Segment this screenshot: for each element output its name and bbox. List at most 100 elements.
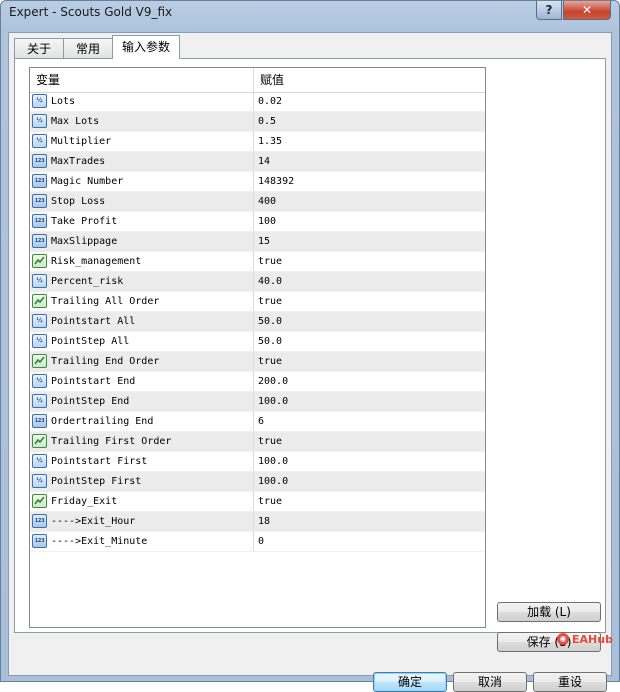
integer-type-icon: 123 bbox=[32, 194, 47, 208]
integer-type-icon: 123 bbox=[32, 534, 47, 548]
value-cell[interactable]: 0 bbox=[254, 532, 485, 551]
value-cell[interactable]: true bbox=[254, 492, 485, 511]
value-cell[interactable]: 50.0 bbox=[254, 312, 485, 331]
variable-cell[interactable]: ½ Max Lots bbox=[30, 112, 254, 131]
variable-cell[interactable]: 123 Stop Loss bbox=[30, 192, 254, 211]
cancel-button[interactable]: 取消 bbox=[453, 672, 527, 692]
table-row[interactable]: 123 Stop Loss 400 bbox=[30, 192, 485, 212]
table-row[interactable]: ½ PointStep All 50.0 bbox=[30, 332, 485, 352]
variable-name: PointStep All bbox=[51, 336, 130, 347]
window-title: Expert - Scouts Gold V9_fix bbox=[9, 5, 173, 19]
close-button[interactable]: ✕ bbox=[563, 1, 611, 20]
boolean-type-icon bbox=[32, 494, 47, 508]
value-cell[interactable]: 14 bbox=[254, 152, 485, 171]
column-header-value[interactable]: 赋值 bbox=[254, 68, 485, 92]
help-button[interactable]: ? bbox=[536, 1, 562, 20]
variable-cell[interactable]: ½ PointStep End bbox=[30, 392, 254, 411]
load-button[interactable]: 加载 (L) bbox=[497, 602, 601, 622]
expert-properties-window: Expert - Scouts Gold V9_fix ? ✕ 关于 常用 输入… bbox=[0, 0, 620, 692]
variable-cell[interactable]: Friday_Exit bbox=[30, 492, 254, 511]
variable-cell[interactable]: 123 ---->Exit_Minute bbox=[30, 532, 254, 551]
variable-cell[interactable]: ½ Percent_risk bbox=[30, 272, 254, 291]
variable-cell[interactable]: Risk_management bbox=[30, 252, 254, 271]
table-row[interactable]: ½ Pointstart End 200.0 bbox=[30, 372, 485, 392]
table-row[interactable]: ½ Pointstart All 50.0 bbox=[30, 312, 485, 332]
variable-cell[interactable]: Trailing All Order bbox=[30, 292, 254, 311]
reset-button[interactable]: 重设 bbox=[533, 672, 607, 692]
table-row[interactable]: ½ PointStep End 100.0 bbox=[30, 392, 485, 412]
table-row[interactable]: ½ Max Lots 0.5 bbox=[30, 112, 485, 132]
integer-type-icon: 123 bbox=[32, 514, 47, 528]
table-row[interactable]: 123 MaxSlippage 15 bbox=[30, 232, 485, 252]
table-row[interactable]: ½ PointStep First 100.0 bbox=[30, 472, 485, 492]
variable-cell[interactable]: ½ PointStep All bbox=[30, 332, 254, 351]
table-row[interactable]: ½ Lots 0.02 bbox=[30, 92, 485, 112]
table-row[interactable]: ½ Multiplier 1.35 bbox=[30, 132, 485, 152]
eahub-logo-icon: ◉ bbox=[557, 633, 569, 645]
value-cell[interactable]: 0.5 bbox=[254, 112, 485, 131]
variable-cell[interactable]: ½ Pointstart First bbox=[30, 452, 254, 471]
table-row[interactable]: 123 MaxTrades 14 bbox=[30, 152, 485, 172]
variable-cell[interactable]: Trailing First Order bbox=[30, 432, 254, 451]
variable-cell[interactable]: ½ PointStep First bbox=[30, 472, 254, 491]
value-cell[interactable]: true bbox=[254, 352, 485, 371]
variable-cell[interactable]: 123 MaxTrades bbox=[30, 152, 254, 171]
variable-cell[interactable]: ½ Multiplier bbox=[30, 132, 254, 151]
table-row[interactable]: ½ Percent_risk 40.0 bbox=[30, 272, 485, 292]
value-cell[interactable]: 100.0 bbox=[254, 472, 485, 491]
variable-name: Friday_Exit bbox=[51, 496, 118, 507]
variable-name: ---->Exit_Minute bbox=[51, 536, 148, 547]
tab-inputs[interactable]: 输入参数 bbox=[112, 35, 180, 59]
variable-cell[interactable]: 123 Ordertrailing End bbox=[30, 412, 254, 431]
table-row[interactable]: 123 ---->Exit_Minute 0 bbox=[30, 532, 485, 552]
table-row[interactable]: Friday_Exit true bbox=[30, 492, 485, 512]
table-row[interactable]: 123 Ordertrailing End 6 bbox=[30, 412, 485, 432]
ok-button[interactable]: 确定 bbox=[373, 672, 447, 692]
table-row[interactable]: 123 ---->Exit_Hour 18 bbox=[30, 512, 485, 532]
variable-name: Stop Loss bbox=[51, 196, 106, 207]
variable-cell[interactable]: 123 Magic Number bbox=[30, 172, 254, 191]
value-cell[interactable]: 400 bbox=[254, 192, 485, 211]
column-header-variable[interactable]: 变量 bbox=[30, 68, 254, 92]
eahub-watermark: ◉ EAHub bbox=[557, 631, 613, 647]
value-cell[interactable]: true bbox=[254, 432, 485, 451]
table-row[interactable]: 123 Magic Number 148392 bbox=[30, 172, 485, 192]
table-row[interactable]: Trailing All Order true bbox=[30, 292, 485, 312]
value-cell[interactable]: 100.0 bbox=[254, 392, 485, 411]
table-row[interactable]: 123 Take Profit 100 bbox=[30, 212, 485, 232]
variable-name: Pointstart All bbox=[51, 316, 136, 327]
variable-name: Max Lots bbox=[51, 116, 100, 127]
table-row[interactable]: Risk_management true bbox=[30, 252, 485, 272]
value-cell[interactable]: 6 bbox=[254, 412, 485, 431]
variable-cell[interactable]: ½ Lots bbox=[30, 92, 254, 111]
double-type-icon: ½ bbox=[32, 374, 47, 388]
value-cell[interactable]: 18 bbox=[254, 512, 485, 531]
value-cell[interactable]: 1.35 bbox=[254, 132, 485, 151]
value-cell[interactable]: 100 bbox=[254, 212, 485, 231]
value-cell[interactable]: 200.0 bbox=[254, 372, 485, 391]
value-cell[interactable]: 148392 bbox=[254, 172, 485, 191]
tab-common[interactable]: 常用 bbox=[63, 38, 113, 58]
variable-cell[interactable]: ½ Pointstart All bbox=[30, 312, 254, 331]
table-row[interactable]: ½ Pointstart First 100.0 bbox=[30, 452, 485, 472]
value-cell[interactable]: true bbox=[254, 292, 485, 311]
table-row[interactable]: Trailing End Order true bbox=[30, 352, 485, 372]
variable-cell[interactable]: 123 Take Profit bbox=[30, 212, 254, 231]
variable-cell[interactable]: ½ Pointstart End bbox=[30, 372, 254, 391]
table-row[interactable]: Trailing First Order true bbox=[30, 432, 485, 452]
integer-type-icon: 123 bbox=[32, 154, 47, 168]
variable-cell[interactable]: Trailing End Order bbox=[30, 352, 254, 371]
boolean-type-icon bbox=[32, 294, 47, 308]
value-cell[interactable]: true bbox=[254, 252, 485, 271]
title-bar[interactable]: Expert - Scouts Gold V9_fix ? ✕ bbox=[1, 1, 619, 25]
value-cell[interactable]: 100.0 bbox=[254, 452, 485, 471]
value-cell[interactable]: 0.02 bbox=[254, 92, 485, 111]
tab-about[interactable]: 关于 bbox=[14, 38, 64, 58]
variable-name: Take Profit bbox=[51, 216, 118, 227]
variable-cell[interactable]: 123 MaxSlippage bbox=[30, 232, 254, 251]
value-cell[interactable]: 40.0 bbox=[254, 272, 485, 291]
boolean-type-icon bbox=[32, 434, 47, 448]
value-cell[interactable]: 15 bbox=[254, 232, 485, 251]
value-cell[interactable]: 50.0 bbox=[254, 332, 485, 351]
variable-cell[interactable]: 123 ---->Exit_Hour bbox=[30, 512, 254, 531]
